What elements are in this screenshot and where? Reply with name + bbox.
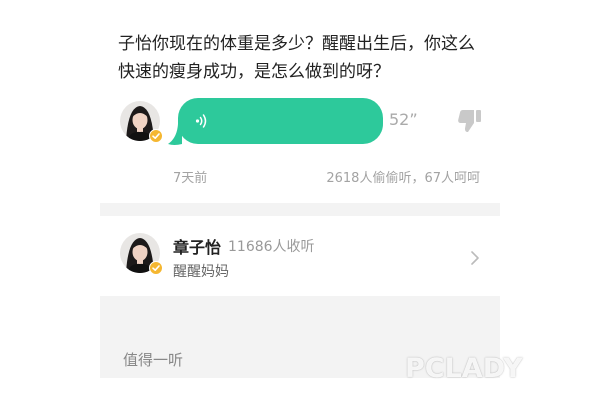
author-row[interactable]: 章子怡 11686人收听 醒醒妈妈 <box>100 216 500 296</box>
app-screen: 子怡你现在的体重是多少？醒醒出生后，你这么快速的瘦身成功，是怎么做到的呀？ 52… <box>100 0 500 378</box>
question-card: 子怡你现在的体重是多少？醒醒出生后，你这么快速的瘦身成功，是怎么做到的呀？ 52… <box>100 0 500 203</box>
sound-wave-icon <box>195 114 207 128</box>
author-listen-count: 11686人收听 <box>228 239 315 255</box>
author-avatar[interactable] <box>120 233 163 275</box>
verified-badge-icon <box>149 129 163 143</box>
author-name: 章子怡 <box>173 238 222 257</box>
posted-time: 7天前 <box>173 171 208 186</box>
author-subtitle: 醒醒妈妈 <box>173 264 229 280</box>
listen-stats: 2618人偷偷听，67人呵呵 <box>326 171 480 186</box>
verified-badge-icon <box>149 261 163 275</box>
thumb-down-icon[interactable] <box>456 109 482 133</box>
audio-duration: 52” <box>389 110 418 129</box>
section-title: 值得一听 <box>123 351 184 369</box>
chevron-right-icon <box>471 251 479 265</box>
question-text: 子怡你现在的体重是多少？醒醒出生后，你这么快速的瘦身成功，是怎么做到的呀？ <box>118 34 475 82</box>
answerer-avatar[interactable] <box>120 101 163 143</box>
watermark-logo: PCLADY <box>405 353 523 384</box>
